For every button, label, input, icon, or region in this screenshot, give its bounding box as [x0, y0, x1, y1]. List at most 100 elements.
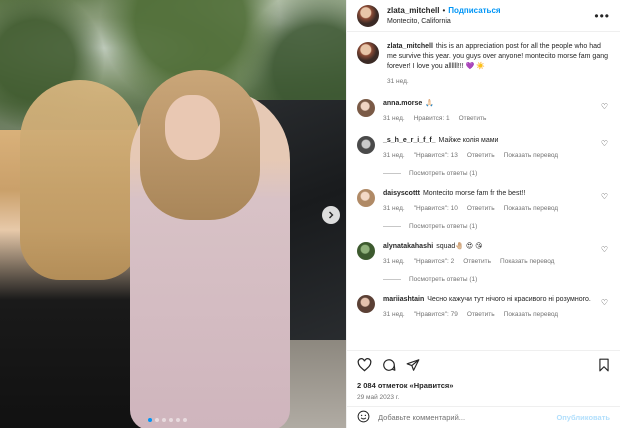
comment-body: _s_h_e_r_i_f_f_ Майже колія мами 31 нед. "… [383, 136, 610, 161]
view-replies-label: Посмотреть ответы (1) [409, 170, 478, 177]
author-avatar[interactable] [357, 4, 379, 27]
comment-item: _s_h_e_r_i_f_f_ Майже колія мами 31 нед. "… [357, 136, 610, 161]
post-actions: 2 084 отметок «Нравится» 29 май 2023 г. [347, 350, 620, 406]
author-username[interactable]: zlata_mitchell [387, 6, 439, 15]
comment-body: alynatakahashi squad🤚🏼 😍 😘 31 нед. "Нравит… [383, 242, 610, 267]
comment-item: anna.morse 🙏🏻 31 нед. Нравится: 1 Ответить … [357, 99, 610, 124]
replies-divider [383, 226, 401, 227]
comment-username[interactable]: anna.morse [383, 100, 422, 107]
comment-reply-button[interactable]: Ответить [459, 115, 487, 122]
comment-input[interactable]: Добавьте комментарий... [378, 413, 465, 422]
author-separator: • [442, 5, 446, 15]
author-line: zlata_mitchell • Подписаться [387, 5, 501, 16]
post-date: 29 май 2023 г. [357, 394, 400, 401]
photo-person-left-hair [20, 80, 140, 280]
add-comment-bar: Добавьте комментарий... Опубликовать [347, 406, 620, 428]
comment-username[interactable]: _s_h_e_r_i_f_f_ [383, 137, 436, 144]
post-photo[interactable] [0, 0, 346, 428]
view-replies-button[interactable]: Посмотреть ответы (1) [383, 223, 610, 230]
commenter-avatar[interactable] [357, 295, 375, 313]
likes-number: 2 084 [357, 381, 376, 390]
emoji-icon[interactable] [357, 410, 370, 426]
comment-likes-button[interactable]: "Нравится": 13 [414, 152, 458, 159]
comment-reply-button[interactable]: Ответить [467, 152, 495, 159]
comments-list[interactable]: zlata_mitchell this is an appreciation po… [347, 32, 620, 350]
photo-person-right-face [165, 95, 220, 160]
comment-age: 31 нед. [383, 311, 405, 318]
chevron-right-icon[interactable] [322, 206, 340, 224]
publish-button[interactable]: Опубликовать [556, 413, 610, 422]
translate-button[interactable]: Показать перевод [504, 205, 558, 212]
comment-text: squad🤚🏼 😍 😘 [436, 243, 483, 250]
comment-reply-button[interactable]: Ответить [467, 311, 495, 318]
comment-meta: 31 нед. "Нравится": 13 Ответить Показать пе… [383, 151, 594, 161]
translate-button[interactable]: Показать перевод [504, 311, 558, 318]
commenter-avatar[interactable] [357, 99, 375, 117]
more-horizontal-icon[interactable]: ••• [594, 9, 610, 23]
view-replies-label: Посмотреть ответы (1) [409, 276, 478, 283]
heart-icon[interactable]: ♡ [601, 298, 608, 307]
comment-meta: 31 нед. "Нравится": 79 Ответить Показать пе… [383, 310, 594, 320]
carousel-dot-active [148, 418, 152, 422]
comment-likes-button[interactable]: "Нравится": 10 [414, 205, 458, 212]
comment-likes-button[interactable]: "Нравится": 79 [414, 311, 458, 318]
instagram-post-modal: zlata_mitchell • Подписаться Montecito, Ca… [0, 0, 620, 428]
carousel-dot [155, 418, 159, 422]
caption-meta: 31 нед. [387, 77, 610, 87]
carousel-dot [169, 418, 173, 422]
comment-username[interactable]: alynatakahashi [383, 243, 433, 250]
likes-suffix: отметок «Нравится» [377, 381, 454, 390]
comment-reply-button[interactable]: Ответить [467, 205, 495, 212]
comment-body: mariiashtain Чесно кажучи тут нічого ні к… [383, 295, 610, 320]
carousel-dots [148, 418, 187, 422]
comment-text: 🙏🏻 [425, 100, 435, 107]
view-replies-button[interactable]: Посмотреть ответы (1) [383, 276, 610, 283]
heart-icon[interactable] [357, 358, 372, 376]
caption-age: 31 нед. [387, 78, 409, 85]
comment-item: alynatakahashi squad🤚🏼 😍 😘 31 нед. "Нравит… [357, 242, 610, 267]
comment-meta: 31 нед. "Нравится": 10 Ответить Показать пе… [383, 204, 594, 214]
comment-body: daisyscottt Montecito morse fam fr the be… [383, 189, 610, 214]
replies-divider [383, 279, 401, 280]
commenter-avatar[interactable] [357, 136, 375, 154]
follow-button[interactable]: Подписаться [448, 6, 500, 15]
translate-button[interactable]: Показать перевод [504, 152, 558, 159]
comment-item: mariiashtain Чесно кажучи тут нічого ні к… [357, 295, 610, 320]
caption-avatar[interactable] [357, 42, 379, 64]
heart-icon[interactable]: ♡ [601, 192, 608, 201]
share-icon[interactable] [406, 358, 420, 376]
comment-icon[interactable] [382, 358, 396, 376]
comment-text: Montecito morse fam fr the best!! [422, 190, 526, 197]
action-icons [357, 358, 610, 376]
comment-age: 31 нед. [383, 152, 405, 159]
comment-likes-button[interactable]: Нравится: 1 [414, 115, 450, 122]
comment-age: 31 нед. [383, 205, 405, 212]
likes-count[interactable]: 2 084 отметок «Нравится» [357, 381, 610, 390]
comment-username[interactable]: daisyscottt [383, 190, 420, 197]
author-info: zlata_mitchell • Подписаться Montecito, Ca… [387, 5, 501, 27]
comment-body: anna.morse 🙏🏻 31 нед. Нравится: 1 Ответить [383, 99, 610, 124]
caption-username[interactable]: zlata_mitchell [387, 43, 433, 50]
comment-meta: 31 нед. Нравится: 1 Ответить [383, 114, 594, 124]
view-replies-button[interactable]: Посмотреть ответы (1) [383, 170, 610, 177]
carousel-dot [183, 418, 187, 422]
post-location[interactable]: Montecito, California [387, 16, 501, 27]
view-replies-label: Посмотреть ответы (1) [409, 223, 478, 230]
replies-divider [383, 173, 401, 174]
translate-button[interactable]: Показать перевод [500, 258, 554, 265]
heart-icon[interactable]: ♡ [601, 245, 608, 254]
commenter-avatar[interactable] [357, 242, 375, 260]
bookmark-icon[interactable] [598, 358, 610, 376]
comment-reply-button[interactable]: Ответить [463, 258, 491, 265]
post-caption: zlata_mitchell this is an appreciation po… [357, 42, 610, 87]
heart-icon[interactable]: ♡ [601, 139, 608, 148]
commenter-avatar[interactable] [357, 189, 375, 207]
comment-item: daisyscottt Montecito morse fam fr the be… [357, 189, 610, 214]
comment-age: 31 нед. [383, 258, 405, 265]
comment-username[interactable]: mariiashtain [383, 296, 424, 303]
comment-text: Майже колія мами [438, 137, 499, 144]
heart-icon[interactable]: ♡ [601, 102, 608, 111]
comment-likes-button[interactable]: "Нравится": 2 [414, 258, 455, 265]
comment-text: Чесно кажучи тут нічого ні красивого ні … [427, 296, 591, 303]
carousel-dot [176, 418, 180, 422]
